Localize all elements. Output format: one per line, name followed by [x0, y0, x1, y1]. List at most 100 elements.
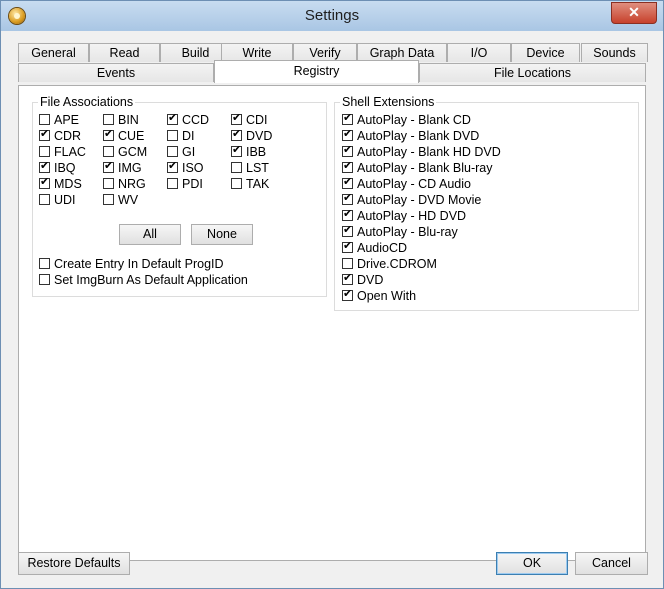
file-assoc-label: IMG	[118, 161, 142, 175]
file-assoc-ibb[interactable]: IBB	[231, 143, 266, 160]
file-assoc-label: DI	[182, 129, 195, 143]
close-button[interactable]: ✕	[611, 2, 657, 24]
shell-ext-autoplay-blank-dvd[interactable]: AutoPlay - Blank DVD	[342, 127, 479, 144]
shell-ext-open-with[interactable]: Open With	[342, 287, 416, 304]
file-assoc-bin[interactable]: BIN	[103, 112, 139, 128]
file-assoc-tak[interactable]: TAK	[231, 176, 269, 192]
checkbox-checked-icon[interactable]	[231, 111, 242, 126]
checkbox-checked-icon[interactable]	[342, 191, 353, 206]
file-assoc-cdi[interactable]: CDI	[231, 111, 268, 128]
shell-ext-autoplay-dvd-movie[interactable]: AutoPlay - DVD Movie	[342, 191, 482, 208]
file-assoc-label: BIN	[118, 113, 139, 127]
checkbox-checked-icon[interactable]	[342, 175, 353, 190]
shell-ext-label: AutoPlay - DVD Movie	[357, 193, 482, 207]
tab-file-locations[interactable]: File Locations	[419, 63, 646, 82]
checkbox-unchecked-icon[interactable]	[39, 114, 50, 126]
file-assoc-ccd[interactable]: CCD	[167, 111, 209, 128]
shell-ext-autoplay-blu-ray[interactable]: AutoPlay - Blu-ray	[342, 223, 458, 240]
checkbox-unchecked-icon[interactable]	[231, 162, 242, 174]
file-assoc-nrg[interactable]: NRG	[103, 176, 146, 192]
shell-ext-label: DVD	[357, 273, 384, 287]
file-assoc-flac[interactable]: FLAC	[39, 144, 86, 160]
option-label: Set ImgBurn As Default Application	[54, 273, 248, 287]
tab-read[interactable]: Read	[89, 43, 160, 62]
file-assoc-ibq[interactable]: IBQ	[39, 159, 76, 176]
ok-button[interactable]: OK	[496, 552, 568, 575]
checkbox-checked-icon[interactable]	[39, 159, 50, 174]
checkbox-unchecked-icon[interactable]	[39, 258, 50, 270]
option-set-imgburn-as-default-application[interactable]: Set ImgBurn As Default Application	[39, 272, 248, 288]
file-assoc-label: TAK	[246, 177, 270, 191]
checkbox-unchecked-icon[interactable]	[167, 178, 178, 190]
tab-sounds[interactable]: Sounds	[581, 43, 648, 62]
shell-ext-autoplay-blank-cd[interactable]: AutoPlay - Blank CD	[342, 111, 471, 128]
file-assoc-di[interactable]: DI	[167, 128, 195, 144]
checkbox-checked-icon[interactable]	[39, 175, 50, 190]
file-assoc-label: CDR	[54, 129, 82, 143]
checkbox-checked-icon[interactable]	[39, 127, 50, 142]
tab-device[interactable]: Device	[511, 43, 580, 62]
dialog-client: General Read Build Write Verify Graph Data I/O…	[9, 31, 655, 580]
checkbox-checked-icon[interactable]	[342, 287, 353, 302]
file-assoc-cdr[interactable]: CDR	[39, 127, 82, 144]
checkbox-unchecked-icon[interactable]	[39, 274, 50, 286]
file-assoc-ape[interactable]: APE	[39, 112, 79, 128]
shell-ext-audiocd[interactable]: AudioCD	[342, 239, 407, 256]
checkbox-checked-icon[interactable]	[342, 207, 353, 222]
checkbox-unchecked-icon[interactable]	[103, 146, 114, 158]
file-assoc-lst[interactable]: LST	[231, 160, 269, 176]
checkbox-checked-icon[interactable]	[342, 159, 353, 174]
tab-i-o[interactable]: I/O	[447, 43, 511, 62]
shell-ext-autoplay-blank-hd-dvd[interactable]: AutoPlay - Blank HD DVD	[342, 143, 501, 160]
file-assoc-wv[interactable]: WV	[103, 192, 138, 208]
file-assoc-iso[interactable]: ISO	[167, 159, 204, 176]
shell-ext-dvd[interactable]: DVD	[342, 271, 384, 288]
file-assoc-label: IBQ	[54, 161, 76, 175]
checkbox-unchecked-icon[interactable]	[103, 178, 114, 190]
checkbox-checked-icon[interactable]	[167, 111, 178, 126]
shell-ext-autoplay-blank-blu-ray[interactable]: AutoPlay - Blank Blu-ray	[342, 159, 492, 176]
checkbox-checked-icon[interactable]	[103, 159, 114, 174]
checkbox-unchecked-icon[interactable]	[167, 146, 178, 158]
file-assoc-dvd[interactable]: DVD	[231, 127, 272, 144]
file-assoc-label: PDI	[182, 177, 203, 191]
file-assoc-udi[interactable]: UDI	[39, 192, 76, 208]
checkbox-checked-icon[interactable]	[342, 239, 353, 254]
checkbox-checked-icon[interactable]	[342, 127, 353, 142]
checkbox-unchecked-icon[interactable]	[103, 114, 114, 126]
checkbox-checked-icon[interactable]	[167, 159, 178, 174]
checkbox-unchecked-icon[interactable]	[231, 178, 242, 190]
checkbox-checked-icon[interactable]	[342, 111, 353, 126]
option-create-entry-in-default-progid[interactable]: Create Entry In Default ProgID	[39, 256, 224, 272]
checkbox-checked-icon[interactable]	[342, 223, 353, 238]
file-assoc-gi[interactable]: GI	[167, 144, 195, 160]
checkbox-unchecked-icon[interactable]	[39, 146, 50, 158]
checkbox-checked-icon[interactable]	[231, 127, 242, 142]
file-assoc-cue[interactable]: CUE	[103, 127, 144, 144]
checkbox-checked-icon[interactable]	[342, 271, 353, 286]
checkbox-unchecked-icon[interactable]	[342, 258, 353, 270]
checkbox-unchecked-icon[interactable]	[167, 130, 178, 142]
tab-events[interactable]: Events	[18, 63, 214, 82]
shell-ext-autoplay-hd-dvd[interactable]: AutoPlay - HD DVD	[342, 207, 466, 224]
registry-panel: File Associations APE BIN CCD CDI CDR CUE DI DV…	[18, 85, 646, 561]
shell-ext-drive-cdrom[interactable]: Drive.CDROM	[342, 256, 437, 272]
file-assoc-gcm[interactable]: GCM	[103, 144, 147, 160]
title-bar[interactable]: Settings ✕	[1, 1, 663, 31]
checkbox-checked-icon[interactable]	[103, 127, 114, 142]
tab-general[interactable]: General	[18, 43, 89, 62]
tab-registry[interactable]: Registry	[214, 60, 419, 83]
checkbox-unchecked-icon[interactable]	[103, 194, 114, 206]
cancel-button[interactable]: Cancel	[575, 552, 648, 575]
checkbox-unchecked-icon[interactable]	[39, 194, 50, 206]
select-all-button[interactable]: All	[119, 224, 181, 245]
file-assoc-img[interactable]: IMG	[103, 159, 142, 176]
file-assoc-mds[interactable]: MDS	[39, 175, 82, 192]
checkbox-checked-icon[interactable]	[342, 143, 353, 158]
shell-ext-autoplay-cd-audio[interactable]: AutoPlay - CD Audio	[342, 175, 471, 192]
checkbox-checked-icon[interactable]	[231, 143, 242, 158]
shell-extensions-group: Shell Extensions AutoPlay - Blank CD Auto…	[334, 95, 639, 311]
file-assoc-pdi[interactable]: PDI	[167, 176, 203, 192]
restore-defaults-button[interactable]: Restore Defaults	[18, 552, 130, 575]
select-none-button[interactable]: None	[191, 224, 253, 245]
